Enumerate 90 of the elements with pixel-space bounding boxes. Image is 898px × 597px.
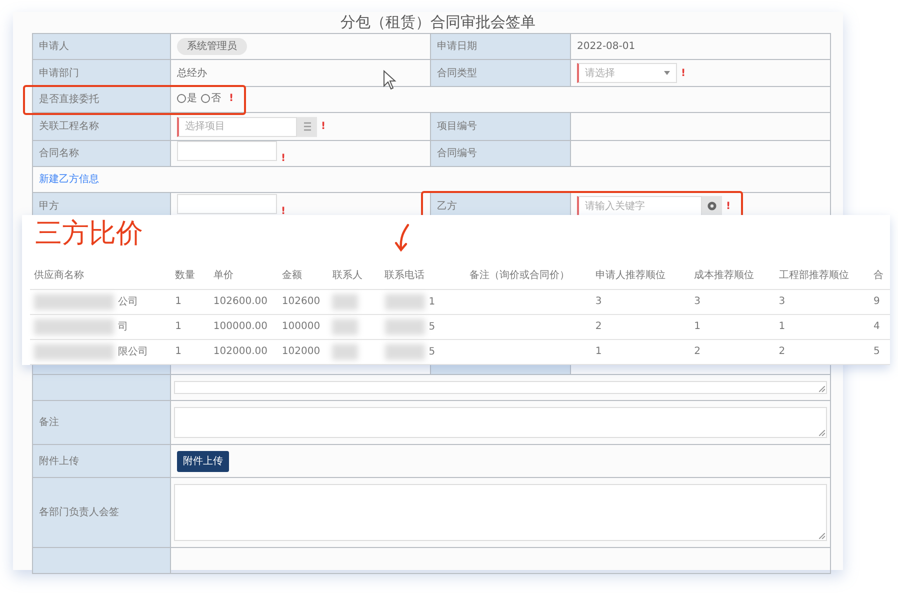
table-cell: 1 [428,296,436,308]
column-header: 数量 [171,263,210,289]
column-header: 工程部推荐顺位 [774,263,870,289]
text-area[interactable] [174,484,827,541]
text-area[interactable] [174,381,827,394]
text-area[interactable] [174,407,827,438]
redaction-blur [332,344,358,360]
field-value: 总经办 [177,68,207,78]
field-label: 乙方 [437,200,457,212]
table-cell: 5 [428,346,436,358]
redaction-blur [332,318,358,334]
field-label: 合同名称 [39,148,79,159]
input-field[interactable] [177,194,277,214]
radio-option[interactable]: 是 [177,91,197,106]
form-title: 分包（租赁）合同审批会签单 [340,12,536,33]
resize-handle-icon [819,430,825,436]
input-field[interactable]: 请输入关键字 [577,196,702,216]
required-mark: ! [681,68,686,78]
field-label: 是否直接委托 [39,94,99,105]
cursor-icon [383,70,397,90]
column-header: 金额 [278,263,328,289]
input-field[interactable] [177,141,277,161]
column-header: 联系电话 [380,263,466,289]
table-cell: 102000 [282,346,320,357]
table-cell: 1 [595,346,602,357]
column-header: 成本推荐顺位 [690,263,775,289]
table-cell: 100000.00 [213,321,268,332]
field-label: 附件上传 [39,456,79,466]
column-header: 备注（询价或合同价） [465,263,592,289]
table-cell: 1 [175,321,182,332]
table-cell: 5 [428,321,436,332]
required-mark: ! [229,92,234,106]
overlay-heading: 三方比价 [35,217,143,251]
input-field[interactable]: 选择项目 [177,116,297,136]
table-cell: 2 [595,321,602,332]
table-cell: 5 [874,346,880,357]
field-label: 备注 [39,417,59,428]
table-cell: 2 [694,346,700,357]
field-label: 各部门负责人会签 [39,507,119,518]
table-cell: 102600 [282,296,320,307]
redaction-blur [384,318,425,334]
resize-handle-icon [819,533,825,539]
table-cell: 公司 [118,296,138,308]
picker-button[interactable] [702,196,722,216]
field-label: 项目编号 [437,121,477,132]
required-mark: ! [726,200,731,214]
table-cell: 3 [778,296,786,307]
add-party-link[interactable]: 新建乙方信息 [39,174,99,185]
redaction-blur [332,294,358,310]
field-label: 关联工程名称 [39,121,99,132]
picker-button[interactable] [297,116,317,136]
column-header: 合 [870,263,890,289]
table-cell: 1 [694,321,700,332]
table-cell: 9 [874,296,880,307]
upload-button[interactable]: 附件上传 [177,450,229,472]
field-label: 申请日期 [437,41,477,52]
table-cell: 3 [694,296,700,307]
table-cell: 2 [778,346,786,357]
required-mark: ! [321,120,326,134]
field-label: 合同编号 [437,148,477,159]
column-header: 供应商名称 [30,263,172,289]
gear-icon [707,201,717,211]
table-cell: 100000 [282,321,320,332]
user-chip: 系统管理员 [177,38,247,55]
table-cell: 限公司 [118,346,148,358]
table-cell: 1 [778,321,786,332]
table-cell: 3 [595,296,602,307]
table-cell: 1 [175,346,182,357]
resize-handle-icon [819,386,825,392]
field-label: 甲方 [39,200,59,212]
field-label: 申请人 [39,41,69,52]
redaction-blur [384,294,425,310]
select-field[interactable]: 请选择 [577,63,677,83]
table-cell: 1 [175,296,182,307]
field-label: 申请部门 [39,68,79,78]
required-mark: ! [281,153,286,164]
column-header: 联系人 [328,263,381,289]
table-cell: 102000.00 [213,346,268,357]
list-icon [302,122,312,131]
field-value: 2022-08-01 [577,41,636,52]
required-mark: ! [281,206,286,216]
radio-option[interactable]: 否 [201,91,221,106]
column-header: 单价 [209,263,278,289]
table-cell: 司 [118,321,128,332]
column-header: 申请人推荐顺位 [591,263,690,289]
caret-icon [664,71,670,75]
table-cell: 102600.00 [213,296,268,307]
table-cell: 4 [874,321,880,332]
field-label: 合同类型 [437,68,477,78]
redaction-blur [384,344,425,360]
